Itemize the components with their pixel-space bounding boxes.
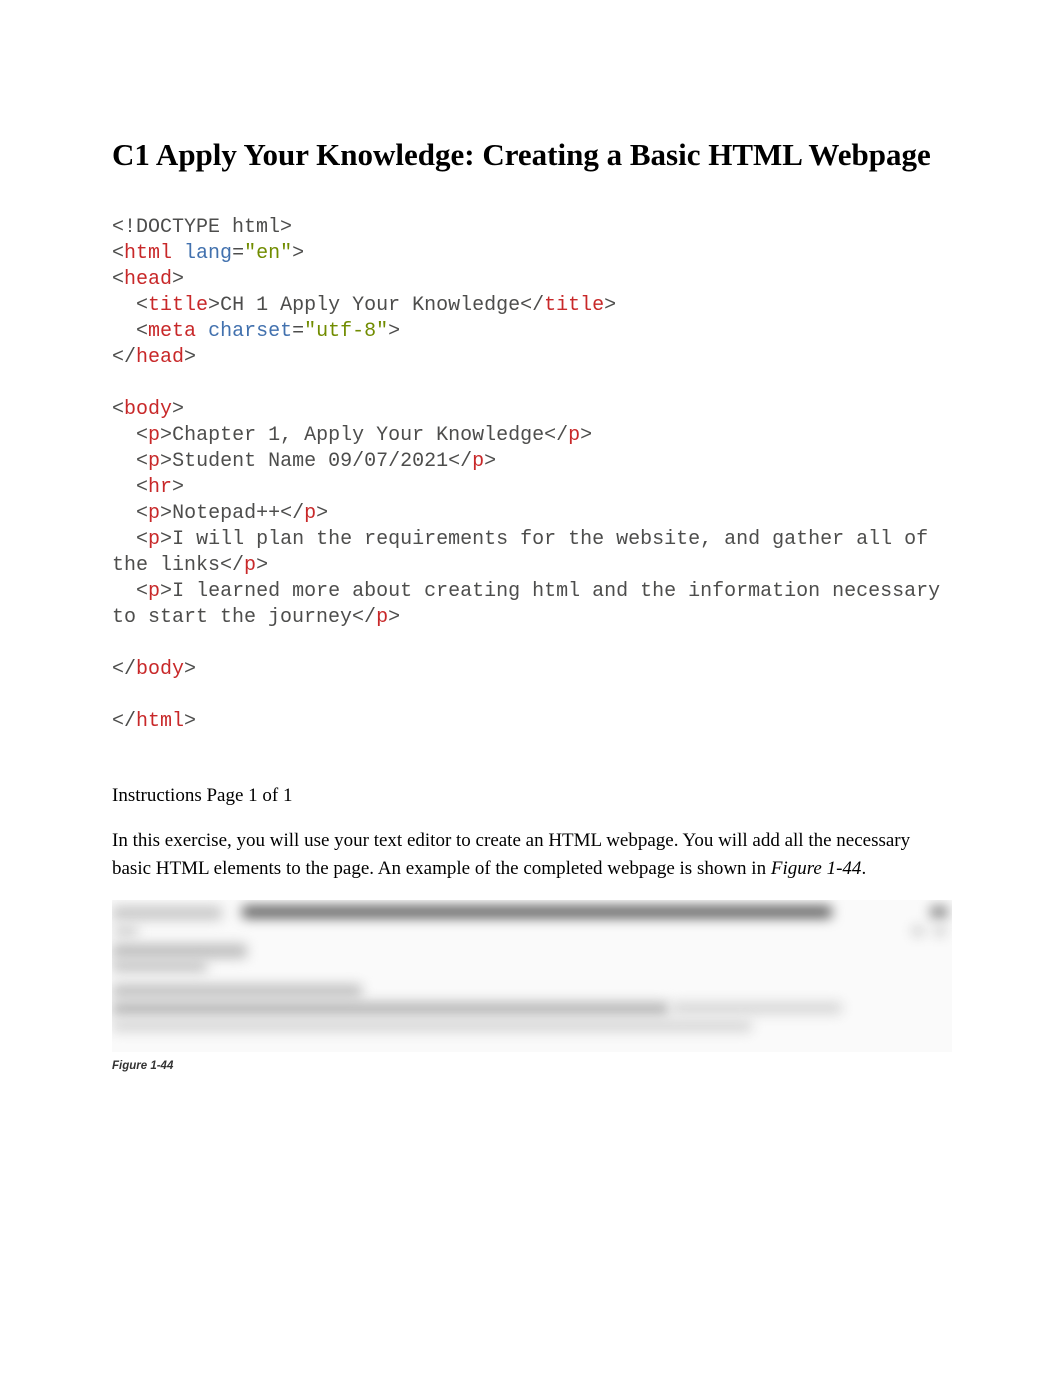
code-string: "utf-8" <box>304 320 388 343</box>
code-tag-html-close: html <box>136 710 184 733</box>
code-tag-meta: meta <box>148 320 196 343</box>
code-tag-head-close: head <box>136 346 184 369</box>
code-text: CH 1 Apply Your Knowledge <box>220 294 520 317</box>
instructions-paragraph: In this exercise, you will use your text… <box>112 827 952 882</box>
figure-reference: Figure 1-44 <box>771 858 862 879</box>
code-attr: lang <box>184 242 232 265</box>
code-tag-p: p <box>148 528 160 551</box>
figure-image <box>112 900 952 1052</box>
code-block: <!DOCTYPE html> <html lang="en"> <head> … <box>112 215 952 735</box>
code-attr: charset <box>208 320 292 343</box>
code-text: Student Name 09/07/2021 <box>172 450 448 473</box>
code-tag-hr: hr <box>148 476 172 499</box>
code-string: "en" <box>244 242 292 265</box>
figure-caption: Figure 1-44 <box>112 1060 952 1072</box>
page-title: C1 Apply Your Knowledge: Creating a Basi… <box>112 135 952 175</box>
code-text: Notepad++ <box>172 502 280 525</box>
code-doctype: <!DOCTYPE html> <box>112 216 292 239</box>
code-text: I learned more about creating html and t… <box>112 580 952 629</box>
code-text: Chapter 1, Apply Your Knowledge <box>172 424 544 447</box>
code-tag-body: body <box>124 398 172 421</box>
instructions-label: Instructions Page 1 of 1 <box>112 785 952 807</box>
code-tag-title: title <box>148 294 208 317</box>
code-tag-body-close: body <box>136 658 184 681</box>
code-tag-p: p <box>148 450 160 473</box>
code-tag-p: p <box>148 424 160 447</box>
code-tag-p: p <box>148 502 160 525</box>
code-tag-p: p <box>148 580 160 603</box>
code-tag-html: html <box>124 242 172 265</box>
code-tag-head: head <box>124 268 172 291</box>
